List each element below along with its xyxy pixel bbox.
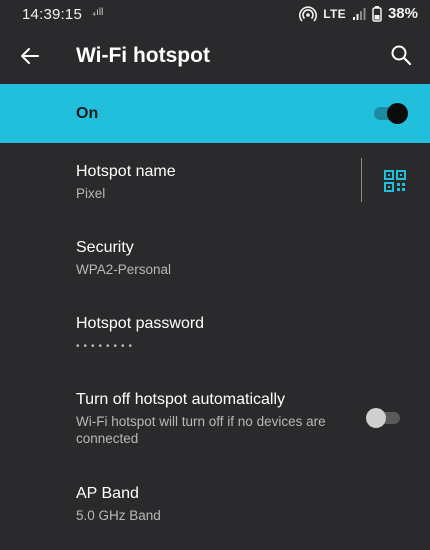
setting-security[interactable]: Security WPA2-Personal (0, 219, 430, 295)
status-bar: 14:39:15 ₄ıll LTE 38% (0, 0, 430, 30)
setting-hotspot-name[interactable]: Hotspot name Pixel (0, 143, 430, 219)
master-switch-label: On (76, 105, 99, 122)
setting-title: Hotspot name (76, 163, 176, 180)
password-mask: •••••••• (76, 341, 137, 352)
vertical-divider (361, 158, 362, 202)
app-bar: Wi-Fi hotspot (0, 30, 430, 84)
back-arrow-icon[interactable] (18, 44, 42, 68)
setting-subtitle: Pixel (76, 186, 106, 201)
page-title: Wi-Fi hotspot (76, 44, 210, 67)
setting-title: Security (76, 239, 134, 256)
status-time: 14:39:15 (22, 6, 82, 23)
battery-percent: 38% (387, 5, 418, 22)
setting-hotspot-password[interactable]: Hotspot password (0, 295, 430, 371)
hotspot-toggle[interactable] (374, 103, 408, 124)
setting-subtitle: 5.0 GHz Band (76, 508, 161, 523)
status-right-group: LTE 38% (299, 5, 418, 22)
toggle-thumb (366, 408, 386, 428)
setting-ap-band[interactable]: AP Band 5.0 GHz Band (0, 465, 430, 541)
signal-icon (352, 7, 366, 20)
battery-icon (372, 5, 382, 22)
setting-subtitle: WPA2-Personal (76, 262, 172, 277)
qr-code-icon[interactable] (384, 170, 406, 192)
hotspot-icon (299, 5, 318, 22)
setting-title: Turn off hotspot automatically (76, 391, 285, 408)
small-signal-indicator: ₄ıll (92, 7, 104, 18)
network-type: LTE (323, 6, 346, 21)
setting-subtitle: Wi-Fi hotspot will turn off if no device… (76, 414, 326, 446)
search-icon[interactable] (390, 44, 412, 66)
toggle-thumb (387, 103, 408, 124)
setting-title: AP Band (76, 485, 139, 502)
hotspot-master-switch-row[interactable]: On (0, 84, 430, 143)
auto-turn-off-toggle[interactable] (366, 407, 402, 429)
setting-title: Hotspot password (76, 315, 205, 332)
